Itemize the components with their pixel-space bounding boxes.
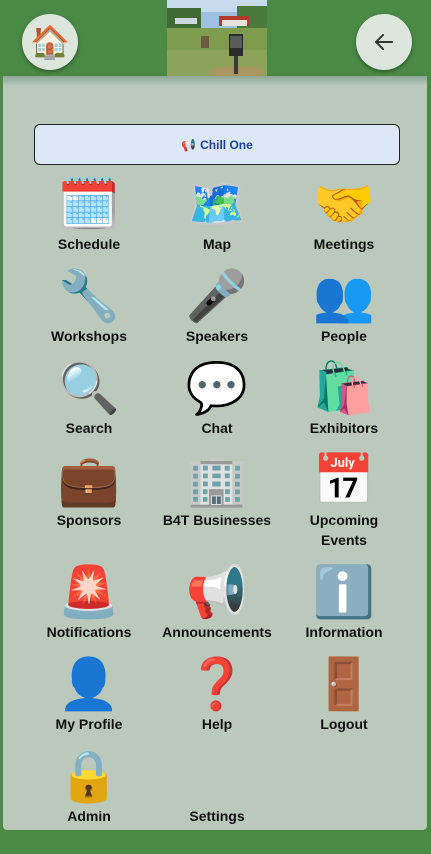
tile-admin[interactable]: 🔒 Admin xyxy=(25,748,153,826)
tile-label: Notifications xyxy=(46,624,132,640)
tile-label: My Profile xyxy=(55,716,123,732)
tile-label: Announcements xyxy=(162,624,272,640)
tile-b4t-businesses[interactable]: 🏢 B4T Businesses xyxy=(153,452,281,530)
tile-label: Logout xyxy=(320,716,368,732)
tile-people[interactable]: 👥 People xyxy=(280,268,408,346)
microphone-icon: 🎤 xyxy=(185,268,249,324)
calendar-icon: 🗓️ xyxy=(57,176,121,232)
tile-search[interactable]: 🔍 Search xyxy=(25,360,153,438)
header-shadow xyxy=(3,76,427,86)
banner-image xyxy=(167,0,267,80)
tile-information[interactable]: ℹ️ Information xyxy=(280,564,408,642)
tile-label: Search xyxy=(65,420,113,436)
tile-label: Exhibitors xyxy=(309,420,379,436)
tile-label: Settings xyxy=(189,808,245,824)
tile-label: Sponsors xyxy=(56,512,122,528)
app-footer xyxy=(0,832,431,854)
tile-chat[interactable]: 💬 Chat xyxy=(153,360,281,438)
tile-exhibitors[interactable]: 🛍️ Exhibitors xyxy=(280,360,408,438)
siren-icon: 🚨 xyxy=(57,564,121,620)
tile-label: Meetings xyxy=(313,236,375,252)
speech-bubble-icon: 💬 xyxy=(185,360,249,416)
user-icon: 👤 xyxy=(57,656,121,712)
tile-map[interactable]: 🗺️ Map xyxy=(153,176,281,254)
tile-settings[interactable]: Settings xyxy=(153,748,281,826)
gear-icon xyxy=(153,748,281,804)
home-icon: 🏠 xyxy=(30,24,70,60)
app-header: 🏠 xyxy=(0,0,431,82)
tile-label: Speakers xyxy=(185,328,249,344)
tile-notifications[interactable]: 🚨 Notifications xyxy=(25,564,153,642)
calendar-date-icon: 📅 xyxy=(312,452,376,508)
wrench-icon: 🔧 xyxy=(57,268,121,324)
park-photo xyxy=(167,0,267,80)
info-icon: ℹ️ xyxy=(312,564,376,620)
lock-icon: 🔒 xyxy=(57,748,121,804)
tile-label: B4T Businesses xyxy=(162,512,272,528)
map-icon: 🗺️ xyxy=(185,176,249,232)
tile-schedule[interactable]: 🗓️ Schedule xyxy=(25,176,153,254)
tile-label: Admin xyxy=(67,808,111,824)
shopping-bags-icon: 🛍️ xyxy=(312,360,376,416)
tile-label: Workshops xyxy=(51,328,127,344)
tile-upcoming-events[interactable]: 📅 Upcoming Events xyxy=(280,452,408,550)
back-button[interactable] xyxy=(356,14,412,70)
question-icon: ❓ xyxy=(185,656,249,712)
megaphone-icon: 📢 xyxy=(185,564,249,620)
home-button[interactable]: 🏠 xyxy=(22,14,78,70)
tile-help[interactable]: ❓ Help xyxy=(153,656,281,734)
tile-label: People xyxy=(321,328,367,344)
tile-logout[interactable]: 🚪 Logout xyxy=(280,656,408,734)
tile-sponsors[interactable]: 💼 Sponsors xyxy=(25,452,153,530)
tile-label: Chat xyxy=(201,420,233,436)
tile-meetings[interactable]: 🤝 Meetings xyxy=(280,176,408,254)
tile-label: Information xyxy=(305,624,383,640)
arrow-left-icon xyxy=(375,34,393,50)
tile-my-profile[interactable]: 👤 My Profile xyxy=(25,656,153,734)
megaphone-icon: 📢 xyxy=(181,137,197,152)
office-building-icon: 🏢 xyxy=(185,452,249,508)
tile-label: Map xyxy=(203,236,231,252)
tile-announcements[interactable]: 📢 Announcements xyxy=(153,564,281,642)
tile-label: Help xyxy=(201,716,233,732)
tile-workshops[interactable]: 🔧 Workshops xyxy=(25,268,153,346)
magnifier-icon: 🔍 xyxy=(57,360,121,416)
people-icon: 👥 xyxy=(312,268,376,324)
announcement-text: Chill One xyxy=(200,137,253,152)
announcement-banner[interactable]: 📢 Chill One xyxy=(34,124,400,165)
tile-label: Upcoming Events xyxy=(309,512,379,548)
tile-speakers[interactable]: 🎤 Speakers xyxy=(153,268,281,346)
handshake-icon: 🤝 xyxy=(312,176,376,232)
tile-label: Schedule xyxy=(57,236,121,252)
door-icon: 🚪 xyxy=(312,656,376,712)
briefcase-icon: 💼 xyxy=(57,452,121,508)
